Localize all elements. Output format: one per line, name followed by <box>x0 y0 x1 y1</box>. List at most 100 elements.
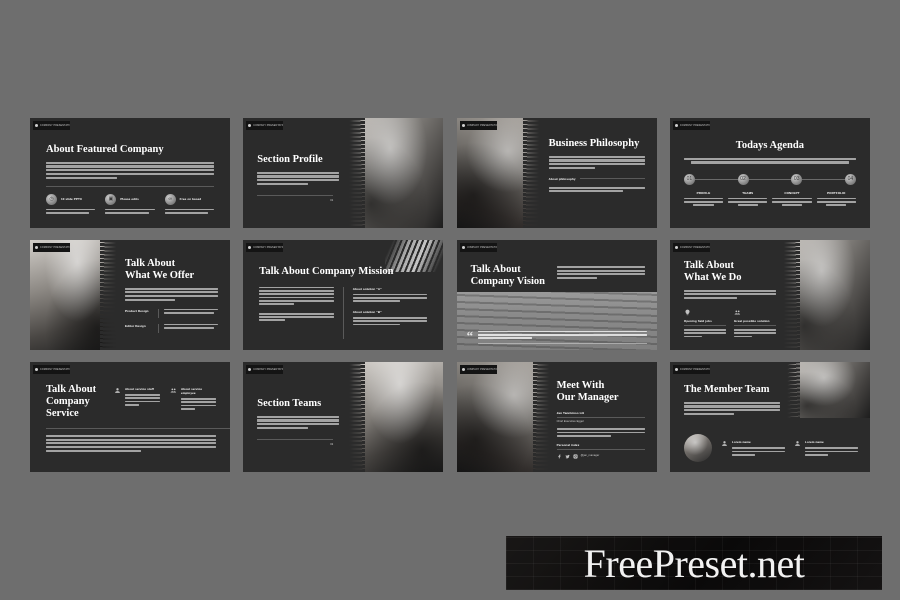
offer-label: Product Design <box>125 308 149 313</box>
slide-body <box>257 415 340 429</box>
slide-badge-label: COMPANY PRESENTATION <box>40 124 70 127</box>
step-marker-2[interactable]: 02 <box>737 173 749 185</box>
slide-badge-label: COMPANY PRESENTATION <box>679 246 710 249</box>
slide-title: About Featured Company <box>46 144 164 155</box>
slide-badge-label: COMPANY PRESENTATION <box>253 246 284 249</box>
slide-body <box>257 171 340 185</box>
logo-dot-icon <box>248 368 252 371</box>
slide-logo-badge: COMPANY PRESENTATION <box>246 121 284 130</box>
service-item: About service staff <box>114 387 160 419</box>
users-icon <box>170 387 177 394</box>
logo-dot-icon <box>461 368 465 371</box>
slide-business-philosophy[interactable]: COMPANY PRESENTATION Business Philosophy… <box>456 118 657 228</box>
slide-body-2 <box>548 186 645 192</box>
slide-title: Business Philosophy <box>548 138 640 149</box>
slide-title: Section Profile <box>257 154 323 165</box>
people-icon <box>734 309 741 316</box>
slide-logo-badge: COMPANY PRESENTATION <box>672 121 710 130</box>
slide-todays-agenda[interactable]: COMPANY PRESENTATION Todays Agenda 01 02… <box>669 118 870 228</box>
slide-talk-about-what-we-do[interactable]: COMPANY PRESENTATION Talk About What We … <box>669 240 870 350</box>
quote-icon: “ <box>466 327 474 343</box>
slide-talk-about-company-mission[interactable]: COMPANY PRESENTATION Talk About Company … <box>243 240 444 350</box>
slide-section-teams[interactable]: COMPANY PRESENTATION Section Teams 02 <box>243 362 444 472</box>
slide-meet-with-our-manager[interactable]: COMPANY PRESENTATION Meet With Our Manag… <box>456 362 657 472</box>
twitter-icon[interactable] <box>565 454 570 459</box>
slide-title: The Member Team <box>683 384 770 395</box>
slide-body <box>683 401 780 415</box>
brush-edge <box>339 118 366 228</box>
step-marker-3[interactable]: 03 <box>791 173 803 185</box>
manager-name: Jan Tannkinso Lili <box>556 410 585 415</box>
link-icon: ∞ <box>164 193 176 205</box>
slide-title-line2: Our Manager <box>556 391 619 403</box>
social-handle: @jan_manager <box>580 454 600 458</box>
slide-logo-badge: COMPANY PRESENTATION <box>672 365 710 374</box>
divider <box>579 178 645 180</box>
brush-edge <box>532 362 559 472</box>
slide-grid: COMPANY PRESENTATION About Featured Comp… <box>30 118 870 478</box>
slide-body <box>548 155 645 169</box>
logo-dot-icon <box>674 246 678 249</box>
slide-title-line1: Talk About <box>125 258 176 269</box>
agenda-step: TEAMS <box>728 191 768 206</box>
logo-dot-icon <box>248 124 252 127</box>
slide-logo-badge: COMPANY PRESENTATION <box>246 365 284 374</box>
member-entry: Lorem name <box>721 440 785 456</box>
instagram-icon[interactable] <box>573 453 578 459</box>
slide-talk-about-what-we-offer[interactable]: COMPANY PRESENTATION Talk About What We … <box>30 240 230 350</box>
feature-item: ◷ 10 slide PPTX <box>46 193 96 214</box>
page-number: 02 <box>330 442 334 446</box>
slide-body <box>683 157 856 164</box>
agenda-step: PORTFOLIO <box>816 191 856 206</box>
step-label: PROFILE <box>696 190 711 195</box>
slide-badge-label: COMPANY PRESENTATION <box>466 368 497 371</box>
divider <box>46 185 214 187</box>
do-label: Great possible solution <box>733 318 770 323</box>
feature-item: ▣ Please edits <box>105 193 155 214</box>
slide-body <box>556 428 645 437</box>
slide-title: Section Teams <box>257 398 322 409</box>
step-label: CONCEPT <box>784 190 800 195</box>
clock-icon: ◷ <box>46 193 57 205</box>
slide-section-profile[interactable]: COMPANY PRESENTATION Section Profile 01 <box>243 118 444 228</box>
slide-title-line2: Company <box>46 395 90 407</box>
feature-label: Free on based <box>179 197 202 202</box>
do-label: Opening field jobs <box>683 318 712 323</box>
slide-talk-about-company-service[interactable]: COMPANY PRESENTATION Talk About Company … <box>30 362 230 472</box>
slide-talk-about-company-vision[interactable]: COMPANY PRESENTATION Talk About Company … <box>456 240 657 350</box>
slide-logo-badge: COMPANY PRESENTATION <box>672 243 710 252</box>
agenda-timeline: 01 02 03 04 <box>683 173 856 185</box>
mission-label: About solution "A" <box>352 286 382 291</box>
feature-label: Please edits <box>120 197 139 202</box>
mission-col-left <box>259 286 334 339</box>
slide-logo-badge: COMPANY PRESENTATION <box>33 365 70 374</box>
offer-row: Editor Design <box>125 323 218 333</box>
slide-the-member-team[interactable]: COMPANY PRESENTATION The Member Team Lor… <box>669 362 870 472</box>
logo-dot-icon <box>461 124 465 127</box>
social-label: Personal index <box>556 442 580 447</box>
slide-title-line1: Meet With <box>556 380 605 391</box>
facebook-icon[interactable] <box>557 454 562 459</box>
step-marker-1[interactable]: 01 <box>683 173 695 185</box>
brush-edge <box>339 362 366 472</box>
user-icon <box>721 440 728 447</box>
member-label: Lorem name <box>804 440 824 445</box>
logo-dot-icon <box>35 246 38 249</box>
image-icon: ▣ <box>105 193 117 205</box>
member-label: Lorem name <box>731 440 751 445</box>
slide-badge-label: COMPANY PRESENTATION <box>40 246 70 249</box>
user-icon <box>114 387 121 394</box>
feature-text <box>46 208 96 214</box>
slide-title-line1: Talk About <box>683 260 734 271</box>
watermark-text: FreePreset.net <box>583 540 805 586</box>
slide-body <box>683 289 776 299</box>
user-icon <box>794 440 801 447</box>
mission-label: About solution "B" <box>352 310 382 314</box>
slide-title-line1: Talk About <box>46 384 97 395</box>
step-marker-4[interactable]: 04 <box>844 173 856 185</box>
slide-badge-label: COMPANY PRESENTATION <box>253 368 284 371</box>
feature-text <box>105 208 155 214</box>
agenda-step: CONCEPT <box>772 190 812 206</box>
feature-text <box>164 208 214 214</box>
slide-about-featured-company[interactable]: COMPANY PRESENTATION About Featured Comp… <box>30 118 230 228</box>
